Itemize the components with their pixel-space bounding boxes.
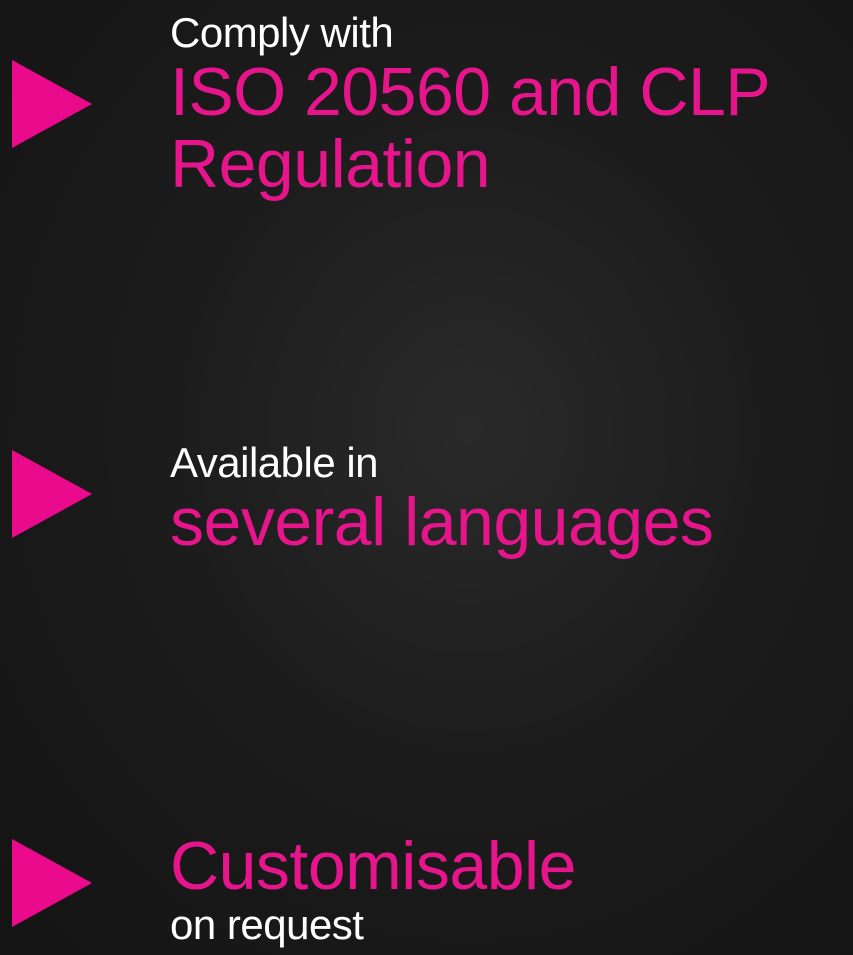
feature-languages: Available in several languages: [0, 440, 853, 590]
feature-trail: on request: [170, 901, 364, 948]
feature-highlight-line1: ISO 20560 and CLP: [170, 54, 771, 130]
feature-text: Available in several languages: [170, 439, 714, 560]
feature-text: Comply with ISO 20560 and CLP Regulation: [170, 9, 771, 202]
play-triangle-icon: [12, 60, 92, 148]
play-triangle-icon: [12, 450, 92, 538]
feature-customisable: Customisable on request: [0, 830, 853, 955]
feature-highlight: Customisable: [170, 828, 576, 904]
feature-text: Customisable on request: [170, 830, 576, 948]
feature-lead: Available in: [170, 439, 379, 486]
feature-highlight: several languages: [170, 484, 714, 560]
feature-highlight-line2: Regulation: [170, 126, 491, 202]
feature-iso-compliance: Comply with ISO 20560 and CLP Regulation: [0, 0, 853, 240]
feature-lead: Comply with: [170, 9, 394, 56]
play-triangle-icon: [12, 839, 92, 927]
